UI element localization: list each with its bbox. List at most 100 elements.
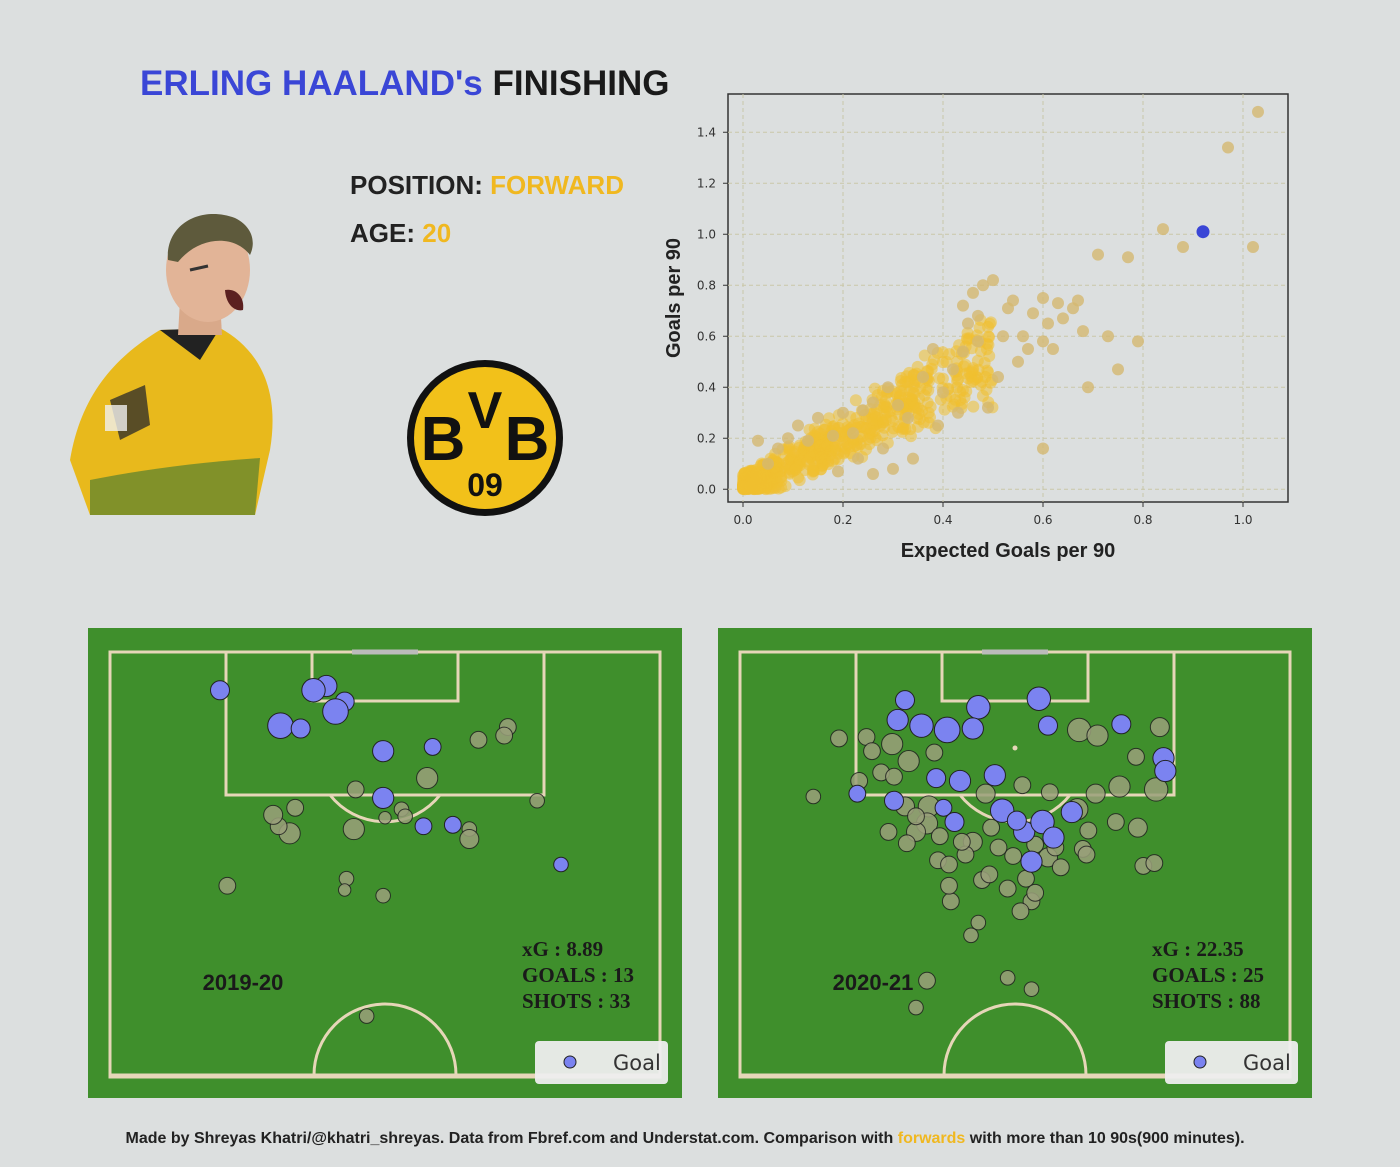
forward-point: [992, 371, 1004, 384]
forward-point: [832, 453, 845, 466]
shot-goal-marker: [414, 817, 433, 836]
shot-miss-marker: [980, 865, 999, 884]
forward-point: [849, 394, 862, 407]
forward-point: [1012, 355, 1024, 368]
shot-goal-marker: [372, 786, 395, 810]
shot-miss-marker: [342, 817, 365, 841]
forward-point: [1047, 343, 1059, 355]
age-value: 20: [422, 218, 452, 248]
shot-miss-marker: [879, 823, 898, 841]
forward-point: [1157, 223, 1169, 236]
forward-point: [782, 432, 794, 445]
shot-miss-marker: [1040, 783, 1059, 802]
forward-point: [1037, 335, 1049, 348]
shot-miss-marker: [963, 927, 979, 944]
shot-miss-marker: [358, 1008, 375, 1024]
shot-goal-marker: [1111, 714, 1132, 735]
shot-miss-marker: [1106, 813, 1125, 831]
shot-miss-marker: [1108, 775, 1131, 798]
forward-point: [852, 452, 864, 465]
forward-point: [802, 434, 814, 447]
haaland-point: [1196, 225, 1210, 239]
footer-text-before: Made by Shreyas Khatri/@khatri_shreyas. …: [125, 1130, 898, 1147]
forward-point: [967, 400, 980, 413]
forward-point: [917, 371, 929, 384]
forward-point: [1112, 363, 1124, 376]
forward-point: [957, 345, 969, 358]
crest-letter-left: B: [421, 405, 466, 474]
forward-point: [980, 343, 993, 356]
shot-goal-marker: [443, 815, 462, 834]
crest-number: 09: [467, 467, 503, 503]
shot-goal-marker: [1060, 800, 1083, 824]
forward-point: [987, 274, 999, 287]
forward-point: [1057, 312, 1069, 325]
x-tick-label: 1.0: [1233, 513, 1252, 527]
forward-point: [962, 317, 974, 330]
shot-miss-marker: [286, 798, 305, 817]
y-tick-label: 0.0: [697, 482, 716, 496]
shot-goal-marker: [966, 695, 991, 720]
footer-highlight: forwards: [897, 1130, 966, 1147]
forward-point: [967, 286, 979, 299]
shot-map-2019-20: 2019-20 xG : 8.89GOALS : 13SHOTS : 33 Goal: [88, 628, 682, 1098]
shot-goal-marker: [1042, 826, 1065, 849]
forward-point: [1222, 141, 1234, 154]
forward-point: [867, 467, 879, 480]
shot-miss-marker: [1004, 847, 1023, 865]
forward-point: [1052, 297, 1064, 310]
shot-miss-marker: [375, 887, 391, 904]
shot-miss-marker: [863, 742, 881, 761]
forward-point: [925, 362, 938, 375]
shot-miss-marker: [1145, 854, 1164, 872]
forward-point: [912, 402, 925, 415]
footer-text-after: with more than 10 90s(900 minutes).: [965, 1130, 1245, 1147]
shot-miss-marker: [940, 876, 958, 895]
forward-point: [1092, 248, 1104, 261]
forward-point: [827, 429, 839, 442]
forward-point: [887, 462, 899, 475]
shot-miss-marker: [941, 892, 960, 911]
x-tick-label: 0.8: [1133, 513, 1152, 527]
shot-goal-marker: [886, 708, 909, 732]
stat-shots: SHOTS : 88: [1152, 989, 1261, 1013]
shot-map-2020-21: 2020-21 xG : 22.35GOALS : 25SHOTS : 88 Goa…: [718, 628, 1312, 1098]
y-tick-label: 0.4: [697, 380, 716, 394]
stat-xg: xG : 8.89: [522, 937, 603, 961]
forward-point: [847, 427, 859, 440]
forward-point: [907, 452, 919, 465]
legend-goal-marker: [1193, 1055, 1207, 1069]
shot-miss-marker: [1051, 858, 1070, 877]
season-label: 2019-20: [203, 970, 284, 995]
x-tick-label: 0.6: [1033, 513, 1052, 527]
forward-point: [803, 423, 816, 436]
shot-goal-marker: [322, 698, 349, 725]
y-tick-label: 1.2: [697, 176, 716, 190]
forward-point: [1072, 294, 1084, 307]
shot-miss-marker: [218, 876, 237, 895]
x-tick-label: 0.2: [833, 513, 852, 527]
shot-miss-marker: [1127, 747, 1145, 766]
forward-point: [772, 442, 784, 455]
shot-goal-marker: [1026, 686, 1052, 711]
footer-credit: Made by Shreyas Khatri/@khatri_shreyas. …: [0, 1130, 1370, 1148]
forward-point: [938, 403, 951, 416]
forward-point: [744, 480, 757, 493]
shot-miss-marker: [908, 999, 924, 1016]
shot-miss-marker: [1085, 783, 1106, 804]
forward-point: [947, 363, 959, 376]
x-tick-label: 0.4: [933, 513, 952, 527]
forward-point: [1132, 335, 1144, 348]
forward-point: [877, 442, 889, 455]
forward-point: [837, 406, 849, 419]
legend-goal-label: Goal: [613, 1051, 661, 1075]
shot-miss-marker: [897, 834, 916, 853]
forward-point: [793, 474, 806, 487]
shot-miss-marker: [495, 726, 514, 745]
forward-point: [789, 463, 802, 476]
forward-point: [937, 386, 949, 399]
shot-miss-marker: [1013, 776, 1032, 795]
forward-point: [1077, 325, 1089, 338]
position-value: FORWARD: [490, 170, 624, 200]
forward-point: [822, 458, 835, 471]
